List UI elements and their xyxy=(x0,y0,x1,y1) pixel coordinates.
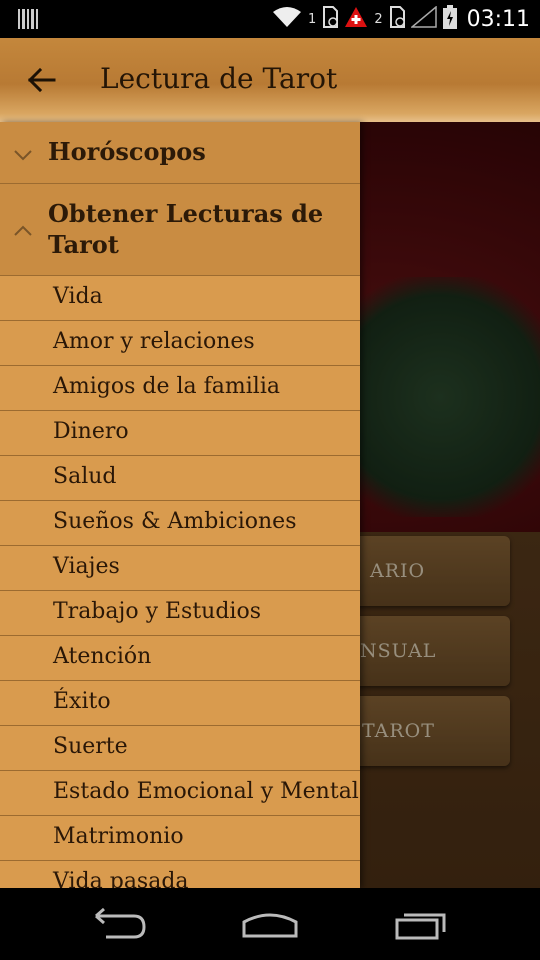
home-icon xyxy=(242,913,298,938)
page-title: Lectura de Tarot xyxy=(100,62,338,95)
drawer-item-matrimonio[interactable]: Matrimonio xyxy=(0,816,360,861)
nav-back-button[interactable] xyxy=(90,906,150,942)
sim-card-icon xyxy=(322,6,339,32)
drawer-item-label: Dinero xyxy=(53,419,129,444)
sim1-label: 1 xyxy=(308,11,317,27)
signal-icon xyxy=(409,5,437,32)
drawer-item-label: Sueños & Ambiciones xyxy=(53,509,297,534)
drawer-item-suerte[interactable]: Suerte xyxy=(0,726,360,771)
nav-recents-button[interactable] xyxy=(392,906,452,942)
nav-home-button[interactable] xyxy=(240,906,300,942)
battery-icon xyxy=(442,5,457,33)
drawer-item-label: Estado Emocional y Mental xyxy=(53,779,359,804)
back-button[interactable] xyxy=(24,62,60,98)
drawer-item-estado[interactable]: Estado Emocional y Mental xyxy=(0,771,360,816)
clock: 03:11 xyxy=(466,6,530,32)
drawer-item-salud[interactable]: Salud xyxy=(0,456,360,501)
drawer-item-suenos[interactable]: Sueños & Ambiciones xyxy=(0,501,360,546)
wifi-icon xyxy=(272,6,302,32)
drawer-item-viajes[interactable]: Viajes xyxy=(0,546,360,591)
drawer-item-trabajo[interactable]: Trabajo y Estudios xyxy=(0,591,360,636)
app-bar: Lectura de Tarot xyxy=(0,38,540,122)
sim2-label: 2 xyxy=(374,11,383,27)
drawer-item-label: Amigos de la familia xyxy=(53,374,280,399)
drawer-item-amigos[interactable]: Amigos de la familia xyxy=(0,366,360,411)
chevron-up-icon xyxy=(14,225,32,236)
group-label-lecturas: Obtener Lecturas de Tarot xyxy=(48,199,324,259)
alert-icon xyxy=(344,6,368,32)
drawer-item-dinero[interactable]: Dinero xyxy=(0,411,360,456)
drawer-item-label: Vida xyxy=(53,284,103,309)
barcode-notification-icon xyxy=(18,9,38,33)
drawer-item-label: Éxito xyxy=(53,689,111,714)
drawer-item-label: Matrimonio xyxy=(53,824,184,849)
drawer-item-label: Salud xyxy=(53,464,117,489)
group-lecturas[interactable]: Obtener Lecturas de Tarot xyxy=(0,184,360,276)
drawer-item-label: Trabajo y Estudios xyxy=(53,599,262,624)
group-horoscopos[interactable]: Horóscopos xyxy=(0,122,360,184)
recents-icon xyxy=(395,913,446,940)
group-label-horoscopos: Horóscopos xyxy=(48,137,206,166)
drawer-item-label: Amor y relaciones xyxy=(53,329,255,354)
arrow-left-icon xyxy=(27,67,56,93)
system-navigation-bar xyxy=(0,888,540,960)
chevron-down-icon xyxy=(14,150,32,161)
drawer-item-vida-pasada[interactable]: Vida pasada xyxy=(0,861,360,888)
drawer-item-label: Viajes xyxy=(53,554,120,579)
drawer-item-label: Atención xyxy=(53,644,152,669)
drawer-item-vida[interactable]: Vida xyxy=(0,276,360,321)
back-icon xyxy=(95,907,146,939)
drawer-item-exito[interactable]: Éxito xyxy=(0,681,360,726)
sim-card-icon-2 xyxy=(389,6,405,32)
drawer-item-amor[interactable]: Amor y relaciones xyxy=(0,321,360,366)
status-bar: 1 2 03:11 xyxy=(0,0,540,38)
navigation-drawer: Horóscopos Obtener Lecturas de Tarot Vid… xyxy=(0,122,360,888)
drawer-item-label: Suerte xyxy=(53,734,128,759)
drawer-item-atencion[interactable]: Atención xyxy=(0,636,360,681)
drawer-item-label: Vida pasada xyxy=(53,869,189,888)
